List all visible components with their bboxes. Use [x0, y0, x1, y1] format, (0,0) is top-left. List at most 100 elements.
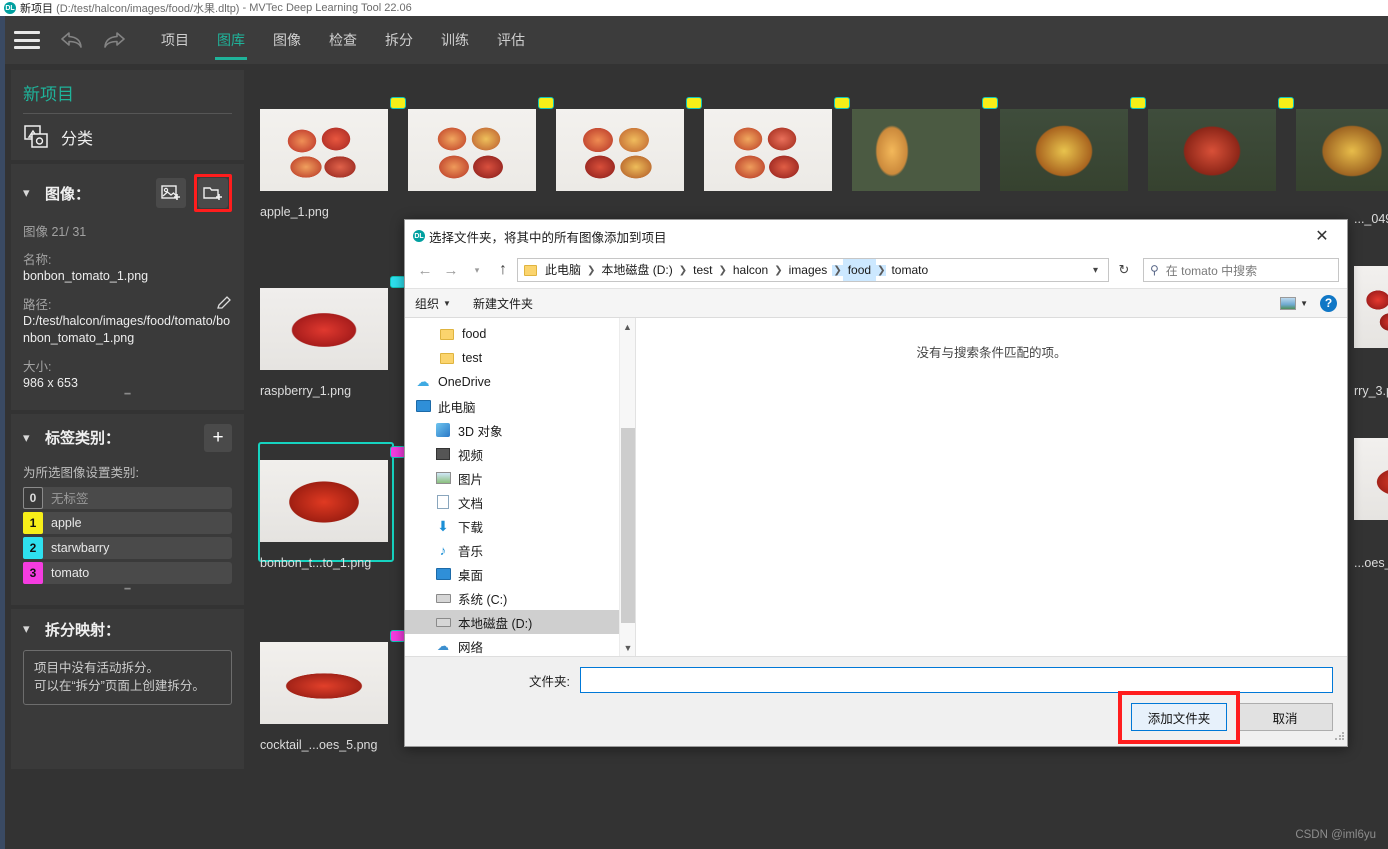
scroll-up-icon[interactable]: ▲: [620, 318, 635, 335]
tree-item[interactable]: 图片: [405, 466, 635, 490]
tree-item[interactable]: test: [405, 346, 635, 370]
gallery-thumbnail-selected[interactable]: [260, 460, 388, 542]
gallery-thumbnail[interactable]: [704, 109, 832, 191]
gallery-thumbnail[interactable]: [1148, 109, 1276, 191]
breadcrumb-item[interactable]: 此电脑: [540, 259, 586, 281]
breadcrumb-item[interactable]: test: [688, 259, 717, 281]
recent-locations-icon[interactable]: ▾: [465, 258, 489, 282]
label-class-name: apple: [43, 516, 82, 530]
thumbnail-image: [1148, 109, 1276, 191]
label-class-row[interactable]: 2starwbarry: [23, 537, 232, 559]
gallery-thumbnail[interactable]: [260, 109, 388, 191]
tree-scrollbar[interactable]: ▲ ▼: [619, 318, 635, 656]
tab-label: 图像: [273, 30, 301, 50]
project-title: 新项目: [23, 80, 232, 114]
file-list-area[interactable]: 没有与搜索条件匹配的项。: [636, 318, 1347, 656]
label-class-row[interactable]: 3tomato: [23, 562, 232, 584]
chevron-down-icon[interactable]: ▾: [23, 430, 37, 446]
gallery-thumbnail[interactable]: [852, 109, 980, 191]
breadcrumb-item[interactable]: food: [843, 259, 876, 281]
images-card: ▾ 图像：: [11, 164, 244, 410]
add-folder-highlight: [194, 174, 232, 212]
tree-item-label: 网络: [458, 637, 483, 656]
address-breadcrumb-bar[interactable]: 此电脑❯本地磁盘 (D:)❯test❯halcon❯images❯food❯to…: [517, 258, 1109, 282]
cancel-button[interactable]: 取消: [1237, 703, 1333, 731]
tree-item[interactable]: 此电脑: [405, 394, 635, 418]
tab-3[interactable]: 检查: [315, 16, 371, 64]
tree-item[interactable]: ☁网络: [405, 634, 635, 656]
search-input[interactable]: ⚲ 在 tomato 中搜索: [1143, 258, 1339, 282]
add-folder-button[interactable]: [198, 178, 228, 208]
gallery-thumbnail[interactable]: [1354, 438, 1388, 520]
chevron-down-icon[interactable]: ▾: [23, 621, 37, 637]
forward-arrow-icon[interactable]: →: [439, 258, 463, 282]
tab-4[interactable]: 拆分: [371, 16, 427, 64]
chevron-down-icon[interactable]: ▾: [1085, 265, 1106, 276]
organize-button[interactable]: 组织 ▼: [415, 295, 451, 312]
tree-item[interactable]: 系统 (C:): [405, 586, 635, 610]
help-icon[interactable]: ?: [1320, 295, 1337, 312]
gallery-thumbnail[interactable]: [1296, 109, 1388, 191]
gallery-thumbnail[interactable]: [408, 109, 536, 191]
resize-grip[interactable]: [1334, 731, 1344, 741]
tree-item[interactable]: ⬇下载: [405, 514, 635, 538]
tab-1[interactable]: 图库: [203, 16, 259, 64]
breadcrumb-item[interactable]: tomato: [886, 259, 933, 281]
gallery-thumbnail[interactable]: [556, 109, 684, 191]
back-arrow-icon[interactable]: ←: [413, 258, 437, 282]
label-class-name: starwbarry: [43, 541, 109, 555]
tree-item[interactable]: food: [405, 322, 635, 346]
search-icon: ⚲: [1150, 263, 1159, 277]
tree-item[interactable]: 桌面: [405, 562, 635, 586]
breadcrumb: 此电脑❯本地磁盘 (D:)❯test❯halcon❯images❯food❯to…: [540, 259, 933, 281]
documents-icon: [435, 494, 451, 510]
tree-item[interactable]: 3D 对象: [405, 418, 635, 442]
panel-resize-handle[interactable]: ━: [23, 392, 232, 400]
breadcrumb-item[interactable]: 本地磁盘 (D:): [596, 259, 677, 281]
gallery-thumbnail[interactable]: [1354, 266, 1388, 348]
tab-2[interactable]: 图像: [259, 16, 315, 64]
tab-5[interactable]: 训练: [427, 16, 483, 64]
dialog-command-bar: 组织 ▼ 新建文件夹 ▼ ?: [405, 288, 1347, 318]
tree-item[interactable]: ☁OneDrive: [405, 370, 635, 394]
gallery-thumbnail[interactable]: [260, 642, 388, 724]
undo-button[interactable]: [49, 16, 93, 64]
dialog-app-icon: DL: [413, 230, 425, 242]
gallery-thumbnail[interactable]: [260, 288, 388, 370]
breadcrumb-item[interactable]: images: [784, 259, 833, 281]
folder-icon: [524, 265, 537, 276]
tree-item[interactable]: 本地磁盘 (D:): [405, 610, 635, 634]
label-class-row[interactable]: 0无标签: [23, 487, 232, 509]
pencil-icon[interactable]: [216, 295, 232, 311]
view-options-button[interactable]: ▼: [1280, 297, 1308, 310]
up-arrow-icon[interactable]: ↑: [491, 258, 515, 282]
redo-button[interactable]: [93, 16, 137, 64]
label-badge: [686, 97, 702, 109]
tab-0[interactable]: 项目: [147, 16, 203, 64]
thumbnail-name: ..._049.: [1354, 212, 1388, 226]
tree-item[interactable]: ♪音乐: [405, 538, 635, 562]
add-image-button[interactable]: [156, 178, 186, 208]
gallery-thumbnail[interactable]: [1000, 109, 1128, 191]
folder-path-input[interactable]: [580, 667, 1333, 693]
breadcrumb-separator: ❯: [832, 265, 842, 276]
label-class-row[interactable]: 1apple: [23, 512, 232, 534]
add-label-button[interactable]: +: [204, 424, 232, 452]
scrollbar-thumb[interactable]: [621, 428, 635, 623]
tab-6[interactable]: 评估: [483, 16, 539, 64]
tree-item[interactable]: 视频: [405, 442, 635, 466]
tree-item[interactable]: 文档: [405, 490, 635, 514]
new-folder-button[interactable]: 新建文件夹: [473, 295, 533, 312]
panel-resize-handle[interactable]: ━: [23, 587, 232, 595]
folder-input-row: 文件夹:: [405, 657, 1347, 693]
refresh-icon[interactable]: ↻: [1111, 258, 1137, 282]
chevron-down-icon[interactable]: ▾: [23, 185, 37, 201]
scroll-down-icon[interactable]: ▼: [620, 639, 635, 656]
add-folder-icon: [203, 184, 223, 202]
close-icon[interactable]: ✕: [1305, 221, 1339, 251]
label-class-index: 0: [23, 487, 43, 509]
tree-item-label: 系统 (C:): [458, 589, 507, 608]
breadcrumb-item[interactable]: halcon: [728, 259, 773, 281]
label-class-name: 无标签: [43, 488, 89, 507]
menu-button[interactable]: [5, 16, 49, 64]
